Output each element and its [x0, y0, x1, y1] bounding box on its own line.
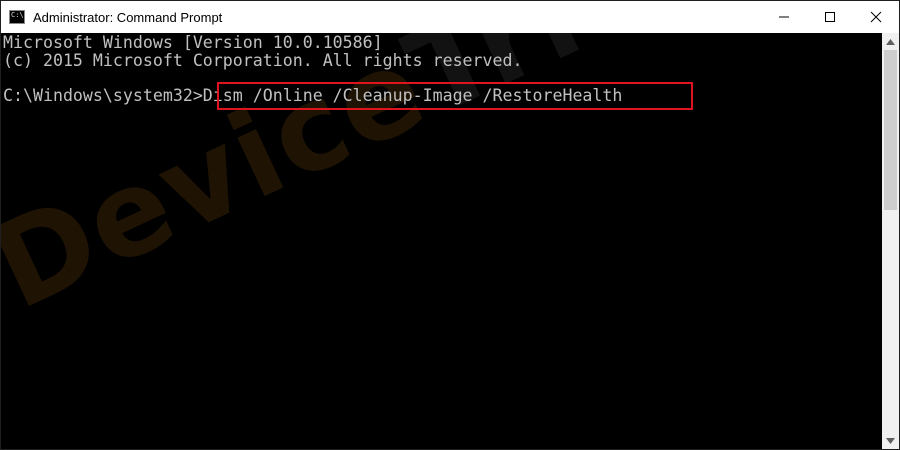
maximize-icon: [825, 12, 835, 22]
close-icon: [870, 11, 882, 23]
command-prompt-icon[interactable]: C:\: [9, 10, 25, 24]
maximize-button[interactable]: [807, 1, 853, 33]
watermark-part-device: Device: [1, 33, 446, 337]
minimize-icon: [779, 16, 789, 18]
close-button[interactable]: [853, 1, 899, 33]
console-output[interactable]: DeviceTricks Microsoft Windows [Version …: [1, 33, 883, 449]
scroll-thumb[interactable]: [884, 50, 897, 210]
command-prompt-window: C:\ Administrator: Command Prompt Device…: [0, 0, 900, 450]
command-highlight-box: [217, 82, 693, 110]
console-line-copyright: (c) 2015 Microsoft Corporation. All righ…: [3, 51, 523, 70]
app-icon-glyph: C:\: [11, 11, 24, 19]
devicetricks-watermark: DeviceTricks: [1, 33, 805, 336]
minimize-button[interactable]: [761, 1, 807, 33]
console-line-version: Microsoft Windows [Version 10.0.10586]: [3, 33, 383, 52]
chevron-down-icon: [886, 437, 895, 444]
vertical-scrollbar[interactable]: [882, 33, 899, 449]
scroll-up-button[interactable]: [882, 33, 899, 50]
scroll-down-button[interactable]: [882, 432, 899, 449]
chevron-up-icon: [886, 38, 895, 45]
window-title: Administrator: Command Prompt: [33, 9, 223, 25]
title-bar[interactable]: C:\ Administrator: Command Prompt: [1, 1, 899, 34]
